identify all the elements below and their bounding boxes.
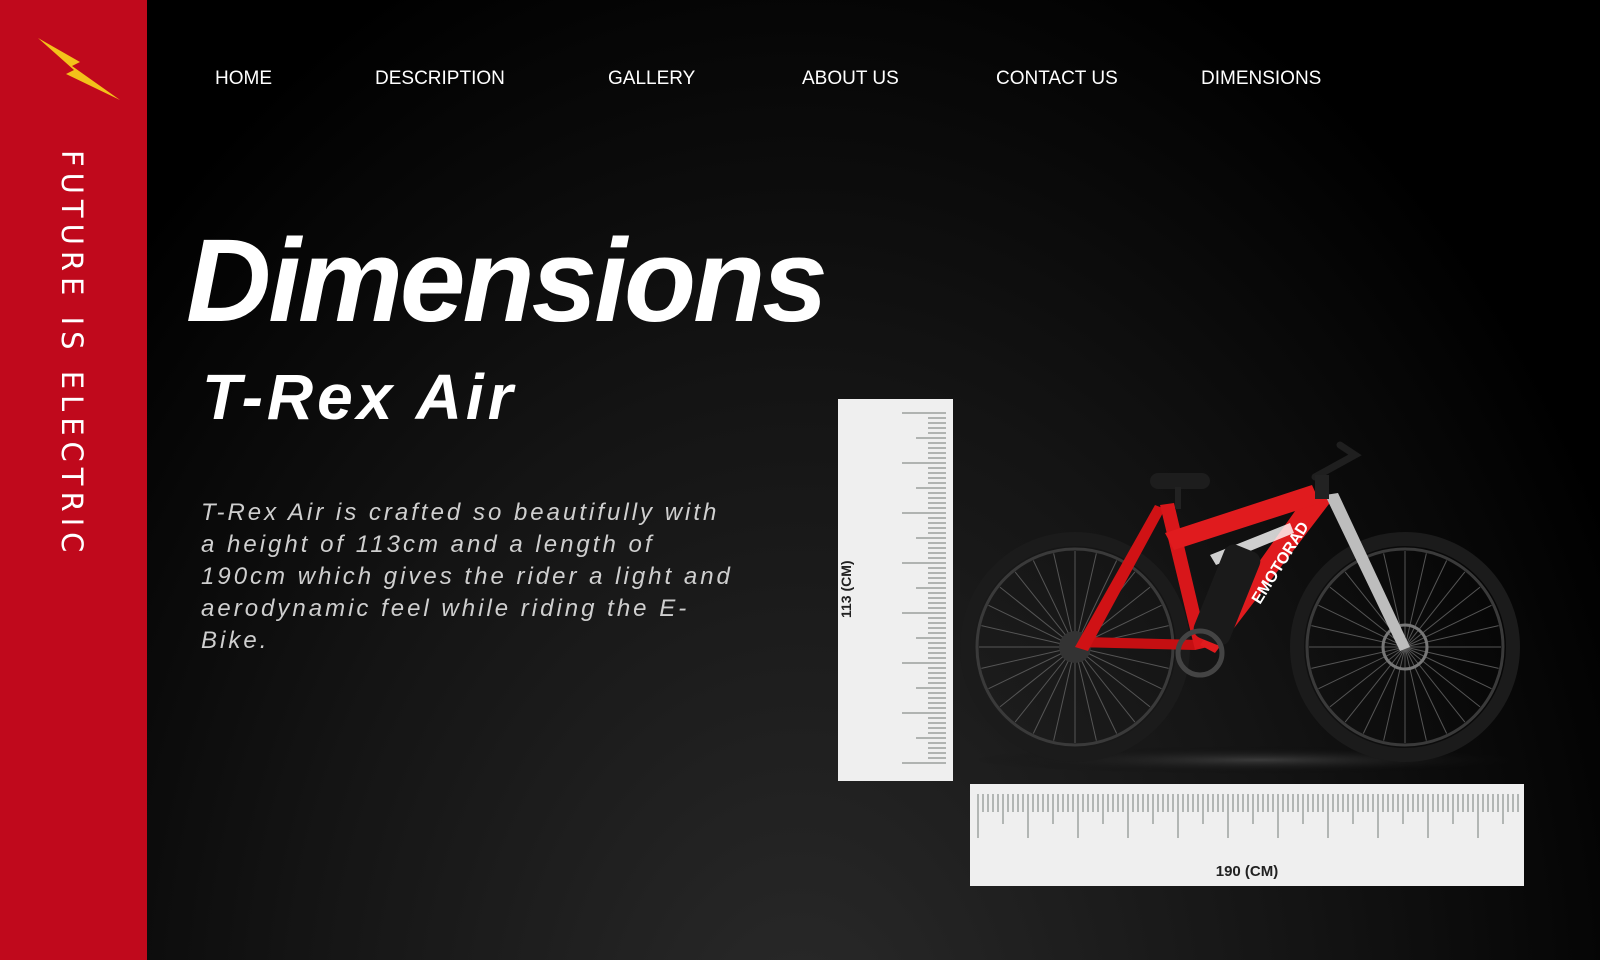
tagline: FUTURE IS ELECTRIC bbox=[55, 150, 89, 559]
wheel-spoke bbox=[1404, 646, 1448, 734]
nav-contact-us[interactable]: CONTACT US bbox=[996, 68, 1118, 90]
wheel-spoke bbox=[1362, 646, 1406, 734]
nav-dimensions[interactable]: DIMENSIONS bbox=[1201, 68, 1321, 90]
sidebar: FUTURE IS ELECTRIC bbox=[0, 0, 147, 960]
wheel-spoke bbox=[1404, 560, 1448, 648]
handlebar bbox=[1311, 441, 1362, 481]
bike-image: EMOTORAD bbox=[960, 441, 1550, 774]
nav-home[interactable]: HOME bbox=[215, 68, 272, 90]
nav-gallery[interactable]: GALLERY bbox=[608, 68, 695, 90]
wheel-spoke bbox=[1404, 604, 1492, 648]
length-ruler: 190 (CM) bbox=[970, 784, 1524, 886]
lightning-bolt-icon[interactable] bbox=[36, 36, 122, 102]
length-label: 190 (CM) bbox=[1215, 863, 1279, 880]
model-description: T-Rex Air is crafted so beautifully with… bbox=[201, 499, 733, 654]
wheel-spoke bbox=[1404, 646, 1492, 690]
nav-about-us[interactable]: ABOUT US bbox=[802, 68, 899, 90]
height-label: 113 (CM) bbox=[838, 560, 854, 618]
page-title: Dimensions bbox=[186, 215, 828, 347]
model-name: T-Rex Air bbox=[202, 361, 517, 433]
nav-description[interactable]: DESCRIPTION bbox=[375, 68, 505, 90]
wheel-spoke bbox=[1318, 646, 1406, 690]
height-ruler: 113 (CM) bbox=[838, 399, 953, 781]
saddle bbox=[1150, 473, 1210, 489]
bike-frame: EMOTORAD bbox=[1075, 485, 1410, 653]
